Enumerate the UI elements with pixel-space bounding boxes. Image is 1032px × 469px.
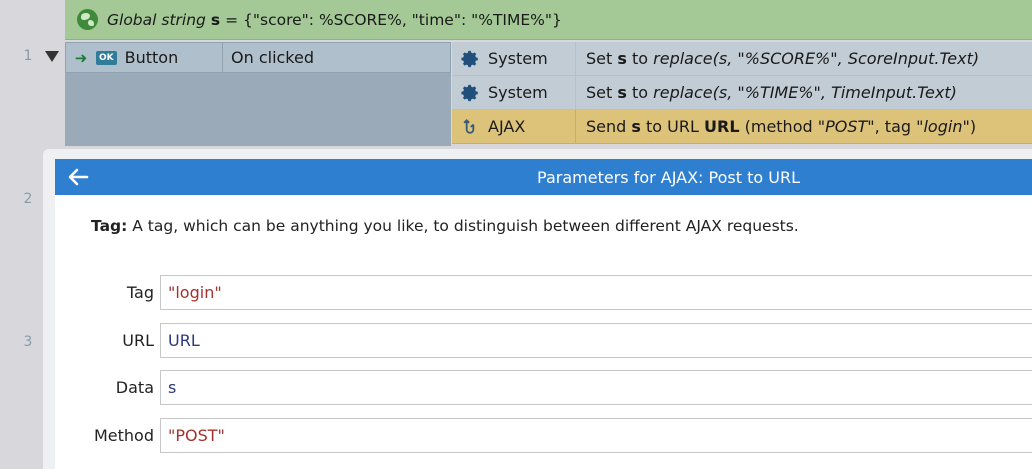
method-label: Method: [93, 426, 154, 445]
event-condition: On clicked: [231, 48, 314, 67]
dialog-title-bar: Parameters for AJAX: Post to URL: [55, 159, 1032, 195]
url-field-row: URL URL: [55, 323, 1032, 359]
dialog-title: Parameters for AJAX: Post to URL: [537, 167, 800, 187]
global-prefix: Global string: [107, 10, 206, 29]
globe-icon: [77, 9, 98, 30]
line-number-3: 3: [23, 334, 33, 350]
tag-input[interactable]: "login": [160, 275, 1032, 310]
method-field-row: Method "POST": [55, 418, 1032, 454]
action-object: System: [488, 83, 548, 102]
action-object: AJAX: [488, 117, 526, 136]
parameter-description: Tag: A tag, which can be anything you li…: [91, 217, 799, 235]
action-row[interactable]: System Set s to replace(s, "%SCORE%", Sc…: [452, 42, 1032, 76]
line-number-1: 1: [23, 48, 33, 64]
tag-field-row: Tag "login": [55, 275, 1032, 311]
action-text: Set s to replace(s, "%TIME%", TimeInput.…: [586, 83, 957, 102]
ajax-icon: [463, 118, 475, 134]
action-text: Send s to URL URL (method "POST", tag "l…: [586, 117, 977, 136]
url-input[interactable]: URL: [160, 323, 1032, 358]
action-row[interactable]: System Set s to replace(s, "%TIME%", Tim…: [452, 76, 1032, 110]
event-object: Button: [124, 48, 179, 67]
action-row-selected[interactable]: AJAX Send s to URL URL (method "POST", t…: [452, 110, 1032, 144]
event-condition-row[interactable]: ➜ OK Button On clicked: [65, 42, 451, 73]
method-input[interactable]: "POST": [160, 418, 1032, 453]
action-text: Set s to replace(s, "%SCORE%", ScoreInpu…: [586, 49, 980, 68]
parameters-dialog: Parameters for AJAX: Post to URL Tag: A …: [55, 159, 1032, 469]
action-list: System Set s to replace(s, "%SCORE%", Sc…: [452, 42, 1032, 144]
action-object: System: [488, 49, 548, 68]
data-label: Data: [115, 378, 154, 397]
trigger-arrow-icon: ➜: [74, 48, 88, 67]
tag-label: Tag: [126, 283, 154, 302]
collapse-toggle-icon[interactable]: [45, 51, 59, 62]
global-value: = {"score": %SCORE%, "time": "%TIME%"}: [225, 10, 562, 29]
global-variable-row[interactable]: Global string s = {"score": %SCORE%, "ti…: [65, 0, 1032, 40]
data-input[interactable]: s: [160, 370, 1032, 405]
gear-icon: [461, 50, 478, 67]
url-label: URL: [122, 331, 154, 350]
gear-icon: [461, 84, 478, 101]
global-name: s: [210, 10, 221, 29]
data-field-row: Data s: [55, 370, 1032, 406]
line-number-2: 2: [23, 191, 33, 207]
button-object-icon: OK: [96, 50, 117, 65]
